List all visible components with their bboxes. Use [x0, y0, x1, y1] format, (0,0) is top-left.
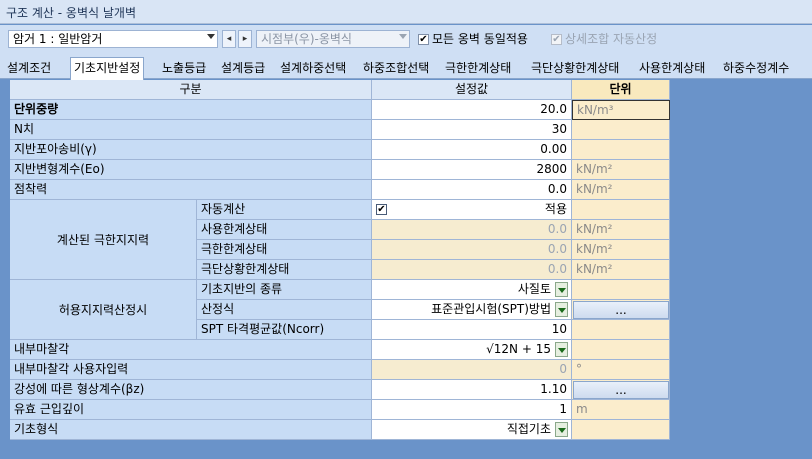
header-value: 설정값 [372, 80, 572, 100]
side-combo[interactable]: 시점부(우)-옹벽식 [256, 30, 410, 48]
depth-unit: m [572, 400, 670, 420]
detail-combo-label: 상세조합 자동산정 [565, 32, 658, 46]
modulus-label: 지반변형계수(Eo) [10, 160, 372, 180]
friction-user-label: 내부마찰각 사용자입력 [10, 360, 372, 380]
service-limit-unit: kN/m² [572, 220, 670, 240]
foundation-select[interactable]: 직접기초 [372, 420, 572, 440]
tab-bar: 설계조건 기초지반설정 노출등급 설계등급 설계하중선택 하중조합선택 극한한계… [0, 55, 812, 80]
auto-calc-unit [572, 200, 670, 220]
tab-ultimate-limit-state[interactable]: 극한한계상태 [442, 59, 514, 79]
prev-button[interactable]: ◂ [222, 30, 236, 48]
chevron-down-icon[interactable] [555, 342, 568, 357]
tab-load-combination-selection[interactable]: 하중조합선택 [360, 59, 432, 79]
header-item: 구분 [10, 80, 372, 100]
poisson-label: 지반포아송비(γ) [10, 140, 372, 160]
foundation-label: 기초형식 [10, 420, 372, 440]
service-limit-label: 사용한계상태 [197, 220, 372, 240]
toolbar: 암거 1 : 일반암거 ◂ ▸ 시점부(우)-옹벽식 ✔ 모든 옹벽 동일적용 … [0, 25, 812, 55]
tab-design-conditions[interactable]: 설계조건 [4, 59, 54, 79]
auto-calc-field[interactable]: ✔ 적용 [372, 200, 572, 220]
modulus-unit: kN/m² [572, 160, 670, 180]
poisson-unit [572, 140, 670, 160]
tab-service-limit-state[interactable]: 사용한계상태 [636, 59, 708, 79]
friction-angle-select[interactable]: √12N + 15 [372, 340, 572, 360]
chevron-down-icon[interactable] [555, 302, 568, 317]
n-value-label: N치 [10, 120, 372, 140]
extreme-limit-input: 0.0 [372, 260, 572, 280]
modulus-input[interactable]: 2800 [372, 160, 572, 180]
allowable-group-label: 허용지지력산정시 [10, 280, 197, 340]
case-combo[interactable]: 암거 1 : 일반암거 [8, 30, 218, 48]
chevron-down-icon[interactable] [555, 422, 568, 437]
window-title: 구조 계산 - 옹벽식 날개벽 [0, 0, 812, 24]
side-combo-value: 시점부(우)-옹벽식 [261, 32, 352, 46]
tab-exposure-grade[interactable]: 노출등급 [159, 59, 209, 79]
cohesion-input[interactable]: 0.0 [372, 180, 572, 200]
chevron-down-icon[interactable] [555, 282, 568, 297]
bearing-group-label: 계산된 극한지지력 [10, 200, 197, 280]
n-value-unit [572, 120, 670, 140]
extreme-limit-unit: kN/m² [572, 260, 670, 280]
depth-label: 유효 근입깊이 [10, 400, 372, 420]
next-button[interactable]: ▸ [238, 30, 252, 48]
spt-avg-unit [572, 320, 670, 340]
extreme-limit-label: 극단상황한계상태 [197, 260, 372, 280]
depth-input[interactable]: 1 [372, 400, 572, 420]
tab-design-grade[interactable]: 설계등급 [218, 59, 268, 79]
tab-extreme-limit-state[interactable]: 극단상황한계상태 [528, 59, 622, 79]
auto-calc-value: 적용 [544, 202, 567, 216]
friction-angle-unit [572, 340, 670, 360]
tab-load-modification-factor[interactable]: 하중수정계수 [720, 59, 792, 79]
friction-angle-label: 내부마찰각 [10, 340, 372, 360]
tab-foundation-settings[interactable]: 기초지반설정 [70, 57, 145, 80]
formula-detail-button[interactable]: ... [573, 301, 669, 319]
cohesion-label: 점착력 [10, 180, 372, 200]
soil-type-unit [572, 280, 670, 300]
unit-weight-input[interactable]: 20.0 [372, 100, 572, 120]
friction-user-input: 0 [372, 360, 572, 380]
spt-avg-label: SPT 타격평균값(Ncorr) [197, 320, 372, 340]
soil-type-value: 사질토 [517, 282, 551, 296]
chevron-down-icon [399, 34, 407, 39]
foundation-unit [572, 420, 670, 440]
poisson-input[interactable]: 0.00 [372, 140, 572, 160]
chevron-down-icon [207, 34, 215, 39]
ultimate-limit-input: 0.0 [372, 240, 572, 260]
soil-type-label: 기초지반의 종류 [197, 280, 372, 300]
friction-user-unit: ° [572, 360, 670, 380]
settings-grid: 구분 설정값 단위 단위중량 20.0 kN/m³ N치 30 지반포아송비(γ… [10, 80, 670, 440]
service-limit-input: 0.0 [372, 220, 572, 240]
same-wall-checkbox[interactable]: ✔ [418, 34, 429, 45]
spt-avg-input[interactable]: 10 [372, 320, 572, 340]
soil-type-select[interactable]: 사질토 [372, 280, 572, 300]
foundation-value: 직접기초 [506, 422, 551, 436]
formula-select[interactable]: 표준관입시험(SPT)방법 [372, 300, 572, 320]
ultimate-limit-unit: kN/m² [572, 240, 670, 260]
formula-value: 표준관입시험(SPT)방법 [431, 302, 551, 316]
case-combo-value: 암거 1 : 일반암거 [13, 32, 103, 46]
tab-design-load-selection[interactable]: 설계하중선택 [277, 59, 349, 79]
auto-calc-label: 자동계산 [197, 200, 372, 220]
header-unit: 단위 [572, 80, 670, 100]
ultimate-limit-label: 극한한계상태 [197, 240, 372, 260]
same-wall-label: 모든 옹벽 동일적용 [432, 32, 528, 46]
cohesion-unit: kN/m² [572, 180, 670, 200]
unit-weight-unit: kN/m³ [572, 100, 670, 120]
shape-factor-input[interactable]: 1.10 [372, 380, 572, 400]
shape-factor-detail-button[interactable]: ... [573, 381, 669, 399]
auto-calc-checkbox[interactable]: ✔ [376, 204, 387, 215]
formula-label: 산정식 [197, 300, 372, 320]
detail-combo-checkbox[interactable]: ✔ [551, 34, 562, 45]
friction-angle-value: √12N + 15 [486, 342, 551, 356]
shape-factor-label: 강성에 따른 형상계수(βz) [10, 380, 372, 400]
unit-weight-label: 단위중량 [10, 100, 372, 120]
n-value-input[interactable]: 30 [372, 120, 572, 140]
